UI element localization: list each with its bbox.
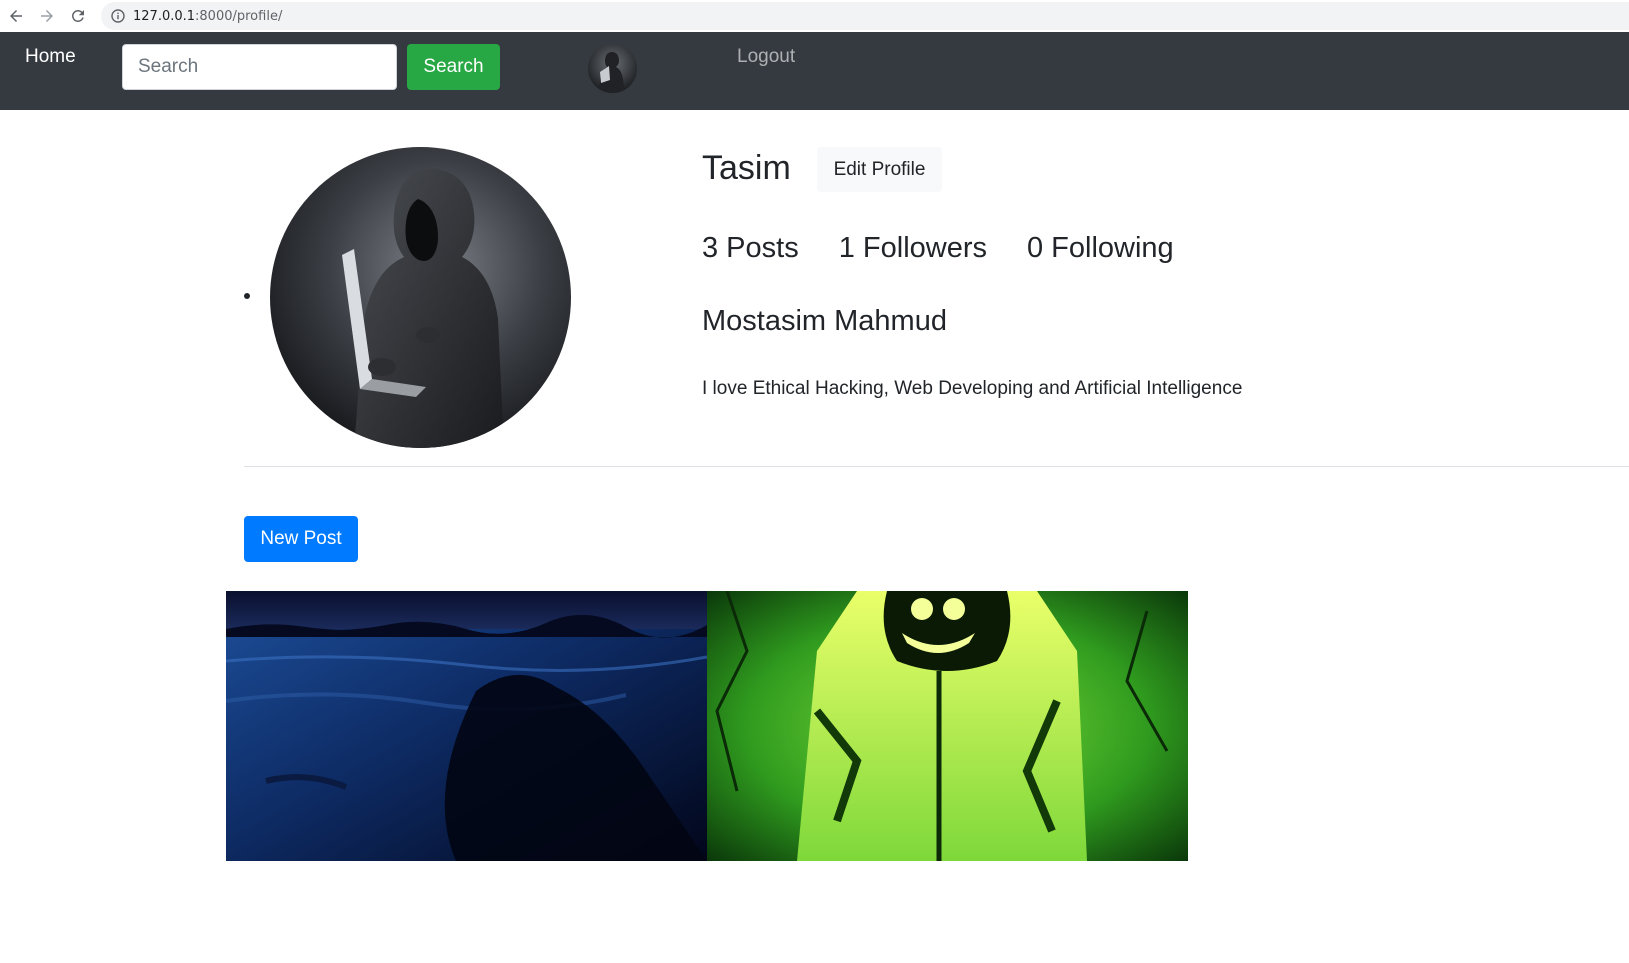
nav-avatar[interactable] [588,44,637,93]
back-arrow-icon[interactable] [4,4,28,28]
new-post-button[interactable]: New Post [244,516,358,562]
post-thumbnail[interactable] [707,591,1188,861]
info-icon[interactable] [111,9,125,23]
profile-photo [270,147,571,448]
profile-bio: I love Ethical Hacking, Web Developing a… [702,378,1243,399]
address-bar[interactable]: 127.0.0.1:8000/profile/ [101,2,1629,30]
following-count[interactable]: 0 Following [1027,229,1174,267]
posts-count: 3 Posts [702,232,799,264]
profile-stats: 3 Posts 1 Followers 0 Following [702,229,1214,267]
search-button[interactable]: Search [407,44,500,90]
reload-icon[interactable] [66,4,90,28]
list-bullet [244,293,250,299]
nav-home-link[interactable]: Home [25,46,76,68]
post-thumbnail[interactable] [226,591,707,861]
search-input[interactable] [122,44,397,90]
browser-toolbar: 127.0.0.1:8000/profile/ [0,0,1629,32]
profile-full-name: Mostasim Mahmud [702,305,947,337]
post-grid [226,591,1189,861]
url-text: 127.0.0.1:8000/profile/ [133,8,283,24]
logout-link[interactable]: Logout [737,46,795,68]
forward-arrow-icon[interactable] [35,4,59,28]
top-navbar: Home Search Logout [0,32,1629,110]
edit-profile-button[interactable]: Edit Profile [817,147,942,192]
followers-count[interactable]: 1 Followers [839,229,987,267]
dark-blue-beach-image [226,591,707,861]
profile-username: Tasim [702,149,791,187]
green-hooded-figure-image [707,591,1188,861]
section-divider [244,466,1629,467]
